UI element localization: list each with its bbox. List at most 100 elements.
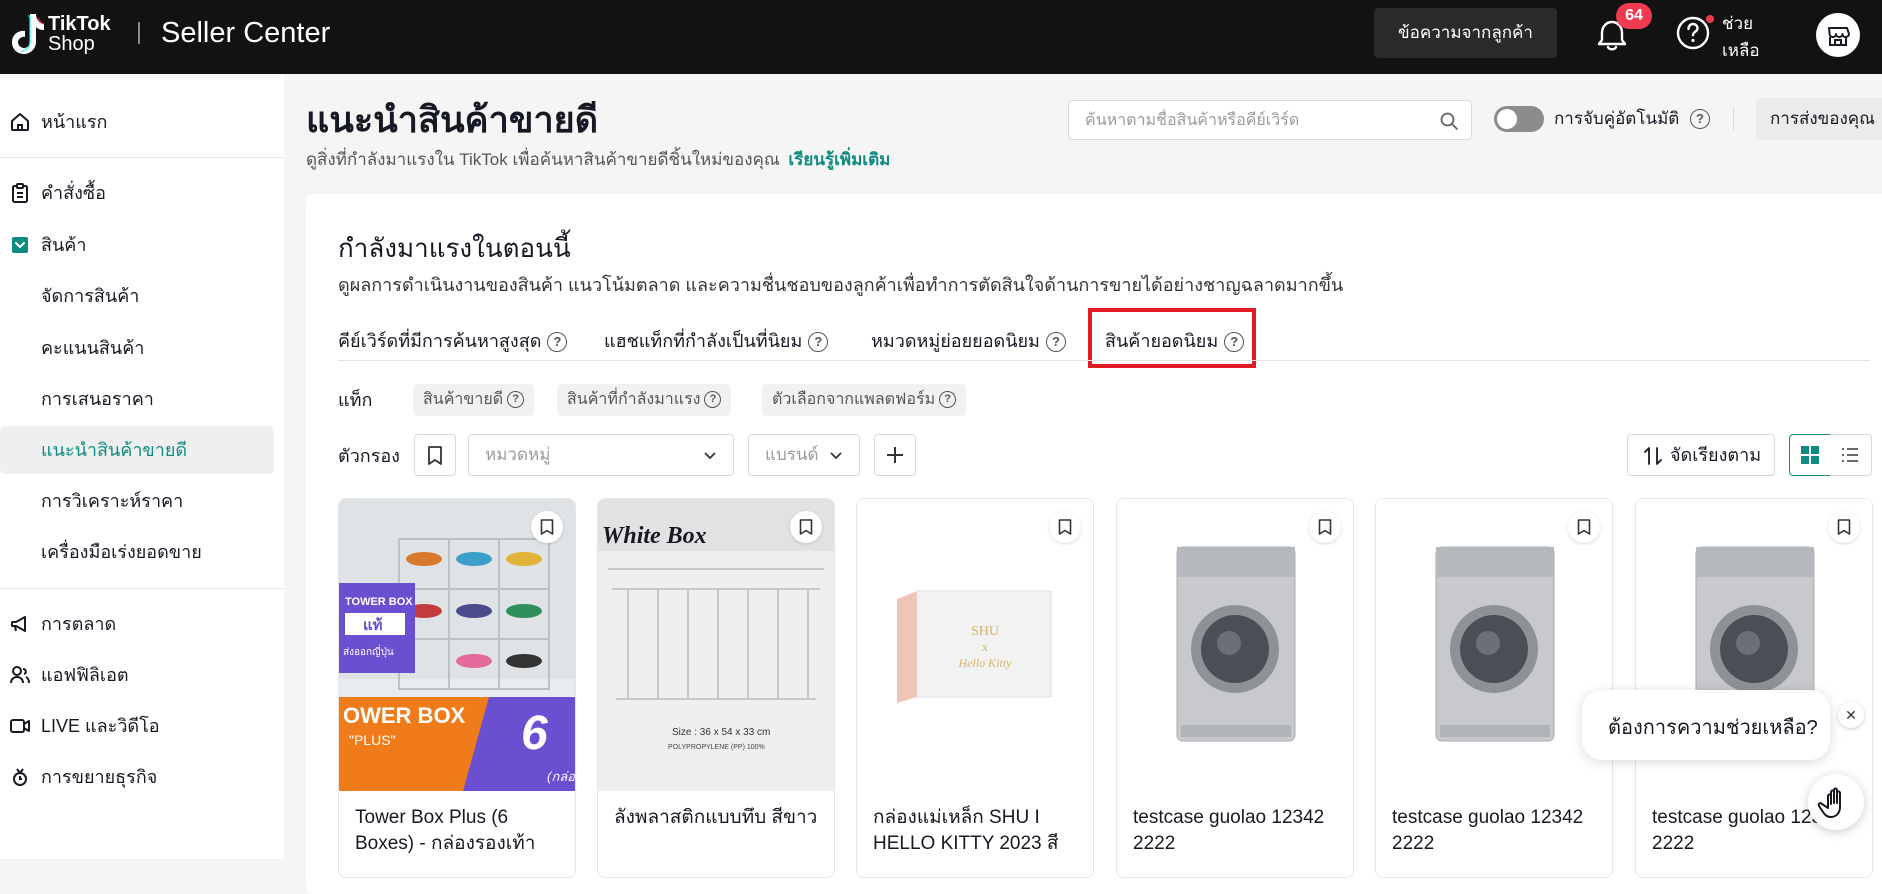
white-box-image: White Box Size : 36 x 54 x 33 cm POLYPRO… [598, 499, 834, 791]
img-text: White Box [602, 523, 707, 549]
sort-button[interactable]: จัดเรียงตาม [1627, 434, 1775, 476]
page-subtitle: ดูสิ่งที่กำลังมาแรงใน TikTok เพื่อค้นหาส… [306, 148, 890, 172]
product-image: SHU x Hello Kitty [857, 499, 1093, 791]
washing-machine-image [1376, 499, 1612, 791]
img-text: TOWER BOX [345, 596, 413, 608]
tiktok-shop-logo[interactable]: TikTok Shop [8, 12, 120, 56]
sidebar-sub-bestseller-recommendation[interactable]: แนะนำสินค้าขายดี [0, 426, 274, 474]
img-text: x [982, 640, 988, 654]
bookmark-icon [799, 519, 813, 535]
help-label[interactable]: ช่วยเหลือ [1722, 10, 1762, 64]
question-icon[interactable]: ? [939, 391, 957, 409]
bookmark-icon [428, 446, 442, 465]
bookmark-button[interactable] [790, 511, 822, 543]
bookmark-icon [1837, 519, 1851, 535]
chevron-down-icon [830, 452, 842, 460]
question-icon[interactable]: ? [1045, 332, 1066, 353]
brand-placeholder: แบรนด์ [765, 445, 819, 464]
customer-messages-button[interactable]: ข้อความจากลูกค้า [1374, 8, 1557, 58]
close-icon[interactable]: ✕ [1838, 702, 1864, 728]
sidebar-sub-pricing[interactable]: การเสนอราคา [0, 375, 284, 423]
top-bar: TikTok Shop Seller Center ข้อความจากลูกค… [0, 0, 1882, 74]
app-title: Seller Center [161, 17, 331, 49]
hello-kitty-box-image: SHU x Hello Kitty [857, 499, 1093, 791]
brand-select[interactable]: แบรนด์ [748, 434, 860, 476]
sidebar-item-label: แอฟฟิลิเอต [41, 665, 129, 685]
plus-icon [887, 447, 903, 463]
sidebar-sub-label: การเสนอราคา [41, 389, 154, 409]
help-chat-button[interactable] [1808, 774, 1864, 830]
search-icon[interactable] [1439, 111, 1459, 131]
img-text: OWER BOX [343, 703, 466, 728]
product-card[interactable]: White Box Size : 36 x 54 x 33 cm POLYPRO… [597, 498, 835, 878]
category-placeholder: หมวดหมู่ [485, 445, 551, 464]
sidebar-sub-product-score[interactable]: คะแนนสินค้า [0, 324, 284, 372]
list-view-button[interactable] [1830, 434, 1872, 476]
chip-platform-picks[interactable]: ตัวเลือกจากแพลตฟอร์ม? [762, 384, 967, 416]
question-icon[interactable]: ? [808, 332, 829, 353]
sidebar-item-growth[interactable]: การขยายธุรกิจ [0, 755, 284, 799]
sidebar-item-orders[interactable]: คำสั่งซื้อ [0, 171, 284, 215]
bookmark-button[interactable] [1568, 511, 1600, 543]
bookmark-button[interactable] [1309, 511, 1341, 543]
sidebar-item-label: สินค้า [41, 235, 87, 255]
img-text: Hello Kitty [958, 656, 1013, 670]
learn-more-link[interactable]: เรียนรู้เพิ่มเติม [788, 150, 890, 169]
page-subtitle-text: ดูสิ่งที่กำลังมาแรงใน TikTok เพื่อค้นหาส… [306, 150, 780, 169]
sidebar-item-label: การขยายธุรกิจ [41, 767, 158, 787]
sidebar-item-label: การตลาด [41, 614, 117, 634]
store-avatar-button[interactable] [1816, 13, 1860, 57]
question-icon[interactable]: ? [1690, 109, 1710, 129]
tab-top-keywords[interactable]: คีย์เวิร์ดที่มีการค้นหาสูงสุด? [338, 325, 568, 357]
bookmark-icon [540, 519, 554, 535]
sidebar-sub-label: จัดการสินค้า [41, 286, 140, 306]
chip-trending[interactable]: สินค้าที่กำลังมาแรง? [557, 384, 732, 416]
section-title: กำลังมาแรงในตอนนี้ [338, 233, 571, 263]
bookmark-button[interactable] [1049, 511, 1081, 543]
grid-view-button[interactable] [1789, 434, 1831, 476]
sidebar-sub-manage-products[interactable]: จัดการสินค้า [0, 272, 284, 320]
question-icon[interactable]: ? [507, 391, 525, 409]
chip-bestseller[interactable]: สินค้าขายดี? [413, 384, 535, 416]
bookmark-button[interactable] [1828, 511, 1860, 543]
product-name: testcase guolao 12342 2222 [1133, 807, 1325, 854]
product-card[interactable]: TOWER BOX แท้ ส่งออกญี่ปุ่น OWER BOX "PL… [338, 498, 576, 878]
sort-label: จัดเรียงตาม [1670, 445, 1762, 465]
sidebar-item-label: คำสั่งซื้อ [41, 183, 106, 203]
question-icon[interactable]: ? [704, 391, 722, 409]
sidebar-sub-label: การวิเคราะห์ราคา [41, 491, 184, 511]
shipping-button[interactable]: การส่งของคุณ [1756, 98, 1882, 140]
product-search[interactable] [1068, 100, 1472, 140]
tabs-divider [338, 360, 1870, 361]
sidebar-item-label: LIVE และวิดีโอ [41, 716, 160, 736]
tower-box-image: TOWER BOX แท้ ส่งออกญี่ปุ่น OWER BOX "PL… [339, 499, 575, 791]
product-card[interactable]: SHU x Hello Kitty กล่องแม่เหล็ก SHU I HE… [856, 498, 1094, 878]
add-filter-button[interactable] [874, 434, 916, 476]
product-card[interactable]: testcase guolao 12342 2222 [1116, 498, 1354, 878]
product-card[interactable]: testcase guolao 12342 2222 [1375, 498, 1613, 878]
auto-match-label: การจับคู่อัตโนมัติ [1554, 109, 1680, 128]
chip-label: ตัวเลือกจากแพลตฟอร์ม [772, 391, 936, 408]
sidebar-item-home[interactable]: หน้าแรก [0, 100, 284, 144]
question-icon[interactable]: ? [547, 332, 568, 353]
sidebar-item-affiliate[interactable]: แอฟฟิลิเอต [0, 653, 284, 697]
sidebar-sub-price-analysis[interactable]: การวิเคราะห์ราคา [0, 477, 284, 525]
search-input[interactable] [1083, 109, 1423, 133]
tab-trending-hashtags[interactable]: แฮชแท็กที่กำลังเป็นที่นิยม? [604, 325, 829, 357]
sidebar-sub-sales-booster[interactable]: เครื่องมือเร่งยอดขาย [0, 528, 284, 576]
bookmark-button[interactable] [531, 511, 563, 543]
sidebar-item-live-video[interactable]: LIVE และวิดีโอ [0, 704, 284, 748]
sidebar-item-products[interactable]: สินค้า [0, 223, 284, 267]
help-bubble-text: ต้องการความช่วยเหลือ? [1608, 717, 1818, 739]
tiktok-logo-icon [12, 14, 44, 54]
help-bubble[interactable]: ต้องการความช่วยเหลือ? [1582, 690, 1830, 760]
chevron-down-icon [704, 452, 716, 460]
category-select[interactable]: หมวดหมู่ [468, 434, 734, 476]
header-divider [1733, 108, 1734, 130]
tab-popular-subcategories[interactable]: หมวดหมู่ย่อยยอดนิยม? [871, 325, 1066, 357]
sidebar-item-marketing[interactable]: การตลาด [0, 602, 284, 646]
auto-match-toggle[interactable] [1494, 106, 1544, 132]
chip-label: สินค้าขายดี [423, 391, 504, 408]
saved-filter-button[interactable] [414, 434, 456, 476]
logo-text: TikTok Shop [48, 14, 111, 54]
